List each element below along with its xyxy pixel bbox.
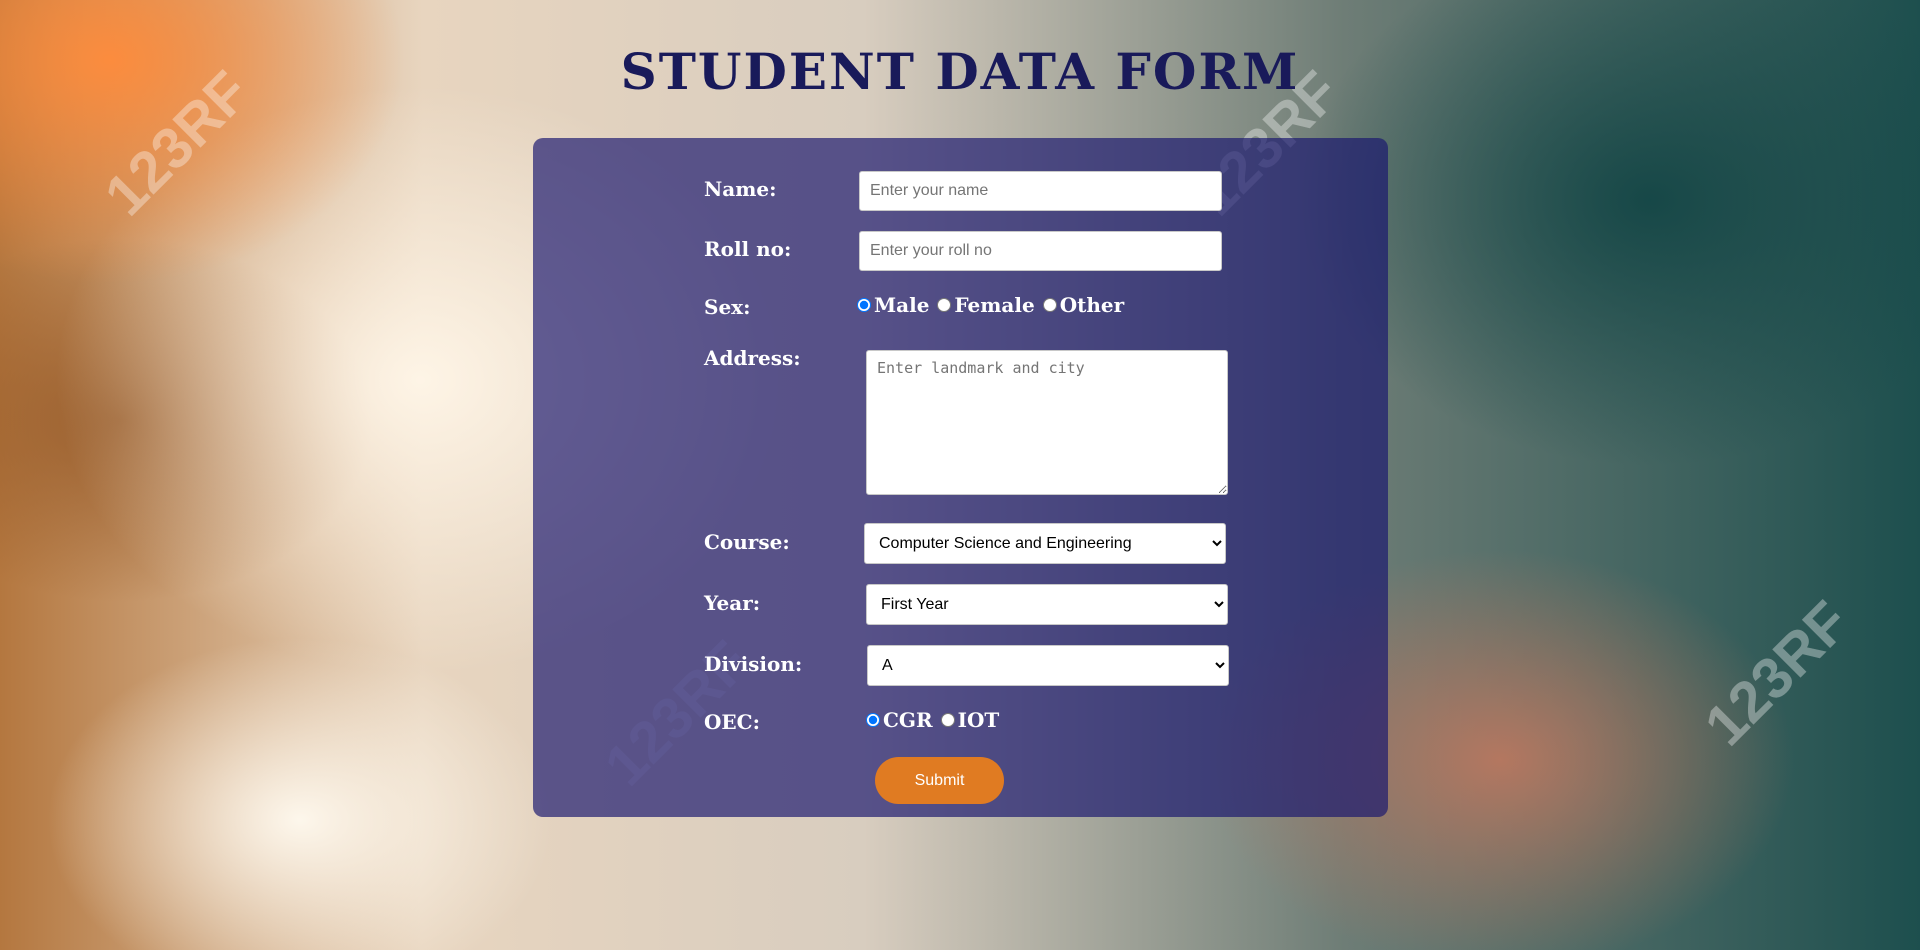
division-label: Division: [704,652,803,676]
oec-radio-group: CGR IOT [866,708,1007,732]
division-select[interactable]: A [867,645,1229,686]
sex-option-female[interactable]: Female [954,293,1034,317]
sex-radio-other[interactable] [1042,298,1057,312]
sex-option-male[interactable]: Male [874,293,929,317]
submit-button[interactable]: Submit [875,757,1004,804]
sex-radio-group: Male Female Other [857,293,1132,317]
sex-radio-male[interactable] [857,298,871,312]
oec-option-iot[interactable]: IOT [958,708,1000,732]
name-label: Name: [704,177,777,201]
year-label: Year: [704,591,761,615]
oec-radio-iot[interactable] [940,713,955,727]
year-select[interactable]: First Year [866,584,1228,625]
oec-label: OEC: [704,710,760,734]
address-label: Address: [704,346,801,370]
roll-no-label: Roll no: [704,237,792,261]
sex-option-other[interactable]: Other [1060,293,1124,317]
address-textarea[interactable] [866,350,1228,495]
course-select[interactable]: Computer Science and Engineering [864,523,1226,564]
course-label: Course: [704,530,790,554]
oec-option-cgr[interactable]: CGR [883,708,933,732]
sex-radio-female[interactable] [937,298,952,312]
roll-no-input[interactable] [859,231,1222,271]
name-input[interactable] [859,171,1222,211]
sex-label: Sex: [704,295,751,319]
page-title: STUDENT DATA FORM [620,42,1300,101]
oec-radio-cgr[interactable] [866,713,880,727]
